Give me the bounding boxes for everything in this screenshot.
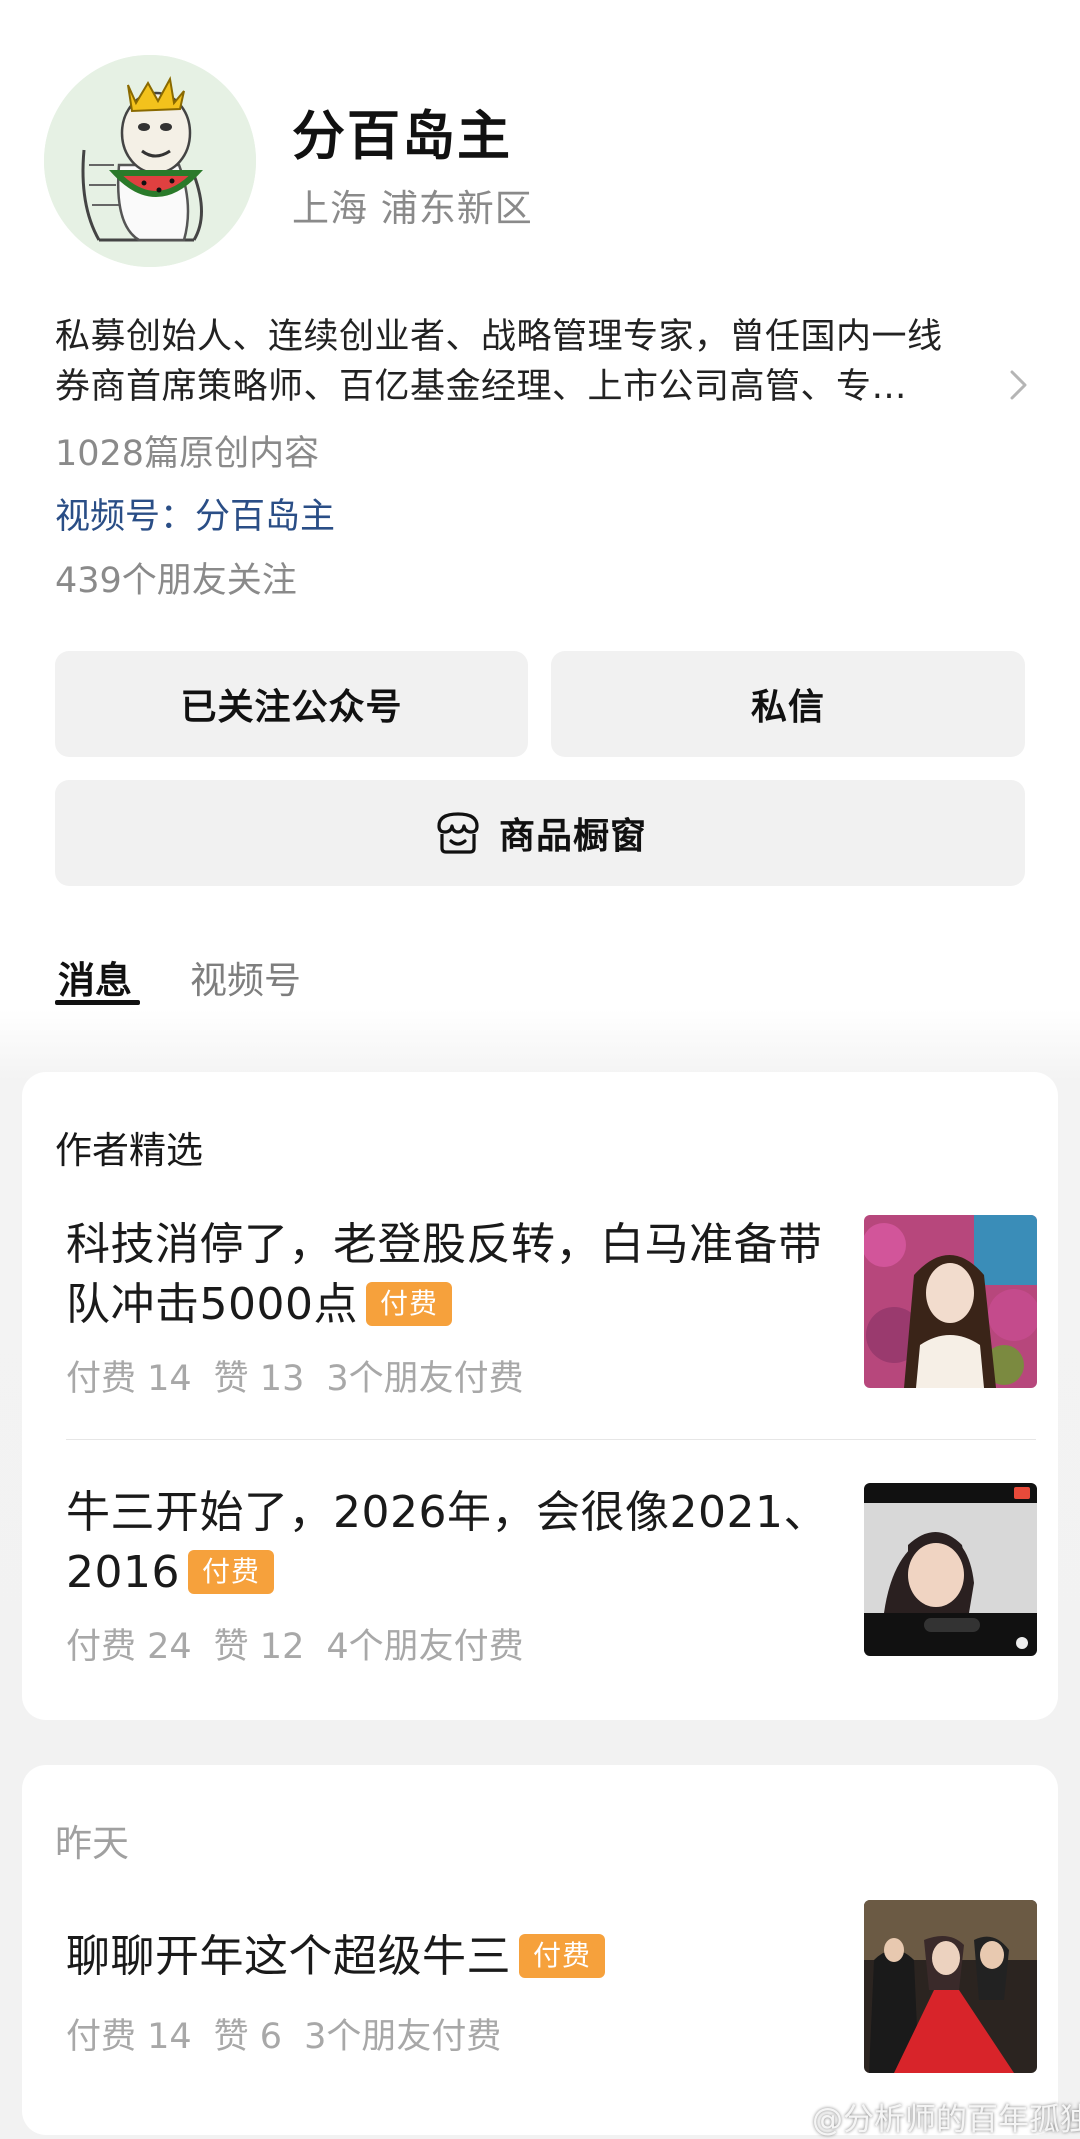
chevron-right-icon[interactable] <box>1003 368 1033 402</box>
featured-articles-card: 作者精选 科技消停了，老登股反转，白马准备带队冲击5000点 付费 付费 14 赞 … <box>22 1072 1058 1720</box>
paid-count: 付费 14 <box>66 1359 192 1399</box>
private-message-label: 私信 <box>750 687 825 728</box>
article-thumbnail <box>864 1215 1037 1388</box>
article-item[interactable]: 聊聊开年这个超级牛三 付费 付费 14 赞 6 3个朋友付费 <box>66 1900 1037 2085</box>
article-meta: 付费 24 赞 12 4个朋友付费 <box>66 1618 546 1669</box>
tab-messages[interactable]: 消息 <box>58 950 132 1004</box>
yesterday-articles-card: 昨天 聊聊开年这个超级牛三 付费 付费 14 赞 6 3个朋友付费 <box>22 1765 1058 2135</box>
article-title: 聊聊开年这个超级牛三 付费 <box>66 1927 846 1987</box>
profile-location: 上海 浦东新区 <box>292 187 533 230</box>
avatar[interactable] <box>44 55 256 267</box>
article-meta: 付费 14 赞 13 3个朋友付费 <box>66 1350 546 1401</box>
active-tab-indicator <box>55 1000 140 1005</box>
paid-count: 付费 24 <box>66 1627 192 1667</box>
friends-paid-count: 3个朋友付费 <box>304 2017 502 2057</box>
section-title-yesterday: 昨天 <box>55 1822 129 1865</box>
private-message-button[interactable]: 私信 <box>551 651 1025 757</box>
like-count: 赞 12 <box>213 1627 305 1667</box>
video-channel-link[interactable]: 视频号：分百岛主 <box>55 488 335 539</box>
article-title-text: 聊聊开年这个超级牛三 <box>66 1931 511 1982</box>
weibo-logo-icon <box>769 2097 806 2127</box>
original-content-count[interactable]: 1028篇原创内容 <box>55 425 319 476</box>
watermark-text: @分析师的百年孤独 <box>812 2102 1080 2138</box>
profile-bio[interactable]: 私募创始人、连续创业者、战略管理专家，曾任国内一线 券商首席策略师、百亿基金经理… <box>55 312 1015 412</box>
shop-icon <box>437 812 479 854</box>
shop-window-button[interactable]: 商品橱窗 <box>55 780 1025 886</box>
like-count: 赞 6 <box>213 2017 283 2057</box>
article-title: 科技消停了，老登股反转，白马准备带队冲击5000点 付费 <box>66 1215 846 1335</box>
avatar-illustration <box>44 55 256 267</box>
article-title: 牛三开始了，2026年，会很像2021、2016 付费 <box>66 1483 846 1603</box>
bio-line-1: 私募创始人、连续创业者、战略管理专家，曾任国内一线 <box>55 317 943 357</box>
bio-line-2: 券商首席策略师、百亿基金经理、上市公司高管、专… <box>55 367 908 407</box>
friends-paid-count: 4个朋友付费 <box>326 1627 524 1667</box>
article-meta: 付费 14 赞 6 3个朋友付费 <box>66 2008 523 2059</box>
paid-count: 付费 14 <box>66 2017 192 2057</box>
article-thumbnail <box>864 1900 1037 2073</box>
friends-following-count[interactable]: 439个朋友关注 <box>55 552 297 603</box>
followed-account-button[interactable]: 已关注公众号 <box>55 651 528 757</box>
paid-badge: 付费 <box>519 1934 606 1978</box>
paid-badge: 付费 <box>365 1282 452 1326</box>
thumbnail-image <box>864 1215 1037 1388</box>
thumbnail-image <box>864 1900 1037 2073</box>
profile-name: 分百岛主 <box>292 106 512 167</box>
thumbnail-image <box>864 1483 1037 1656</box>
article-title-text: 牛三开始了，2026年，会很像2021、2016 <box>66 1487 828 1598</box>
like-count: 赞 13 <box>213 1359 305 1399</box>
tab-video-channel[interactable]: 视频号 <box>190 950 301 1004</box>
article-thumbnail <box>864 1483 1037 1656</box>
paid-badge: 付费 <box>187 1550 274 1594</box>
article-divider <box>66 1439 1036 1440</box>
shop-window-label: 商品橱窗 <box>498 816 647 857</box>
friends-paid-count: 3个朋友付费 <box>326 1359 524 1399</box>
article-item[interactable]: 牛三开始了，2026年，会很像2021、2016 付费 付费 24 赞 12 4个朋友… <box>66 1483 1037 1683</box>
followed-account-label: 已关注公众号 <box>180 687 403 728</box>
article-item[interactable]: 科技消停了，老登股反转，白马准备带队冲击5000点 付费 付费 14 赞 13 3个朋… <box>66 1215 1037 1415</box>
section-title-featured: 作者精选 <box>55 1129 203 1172</box>
